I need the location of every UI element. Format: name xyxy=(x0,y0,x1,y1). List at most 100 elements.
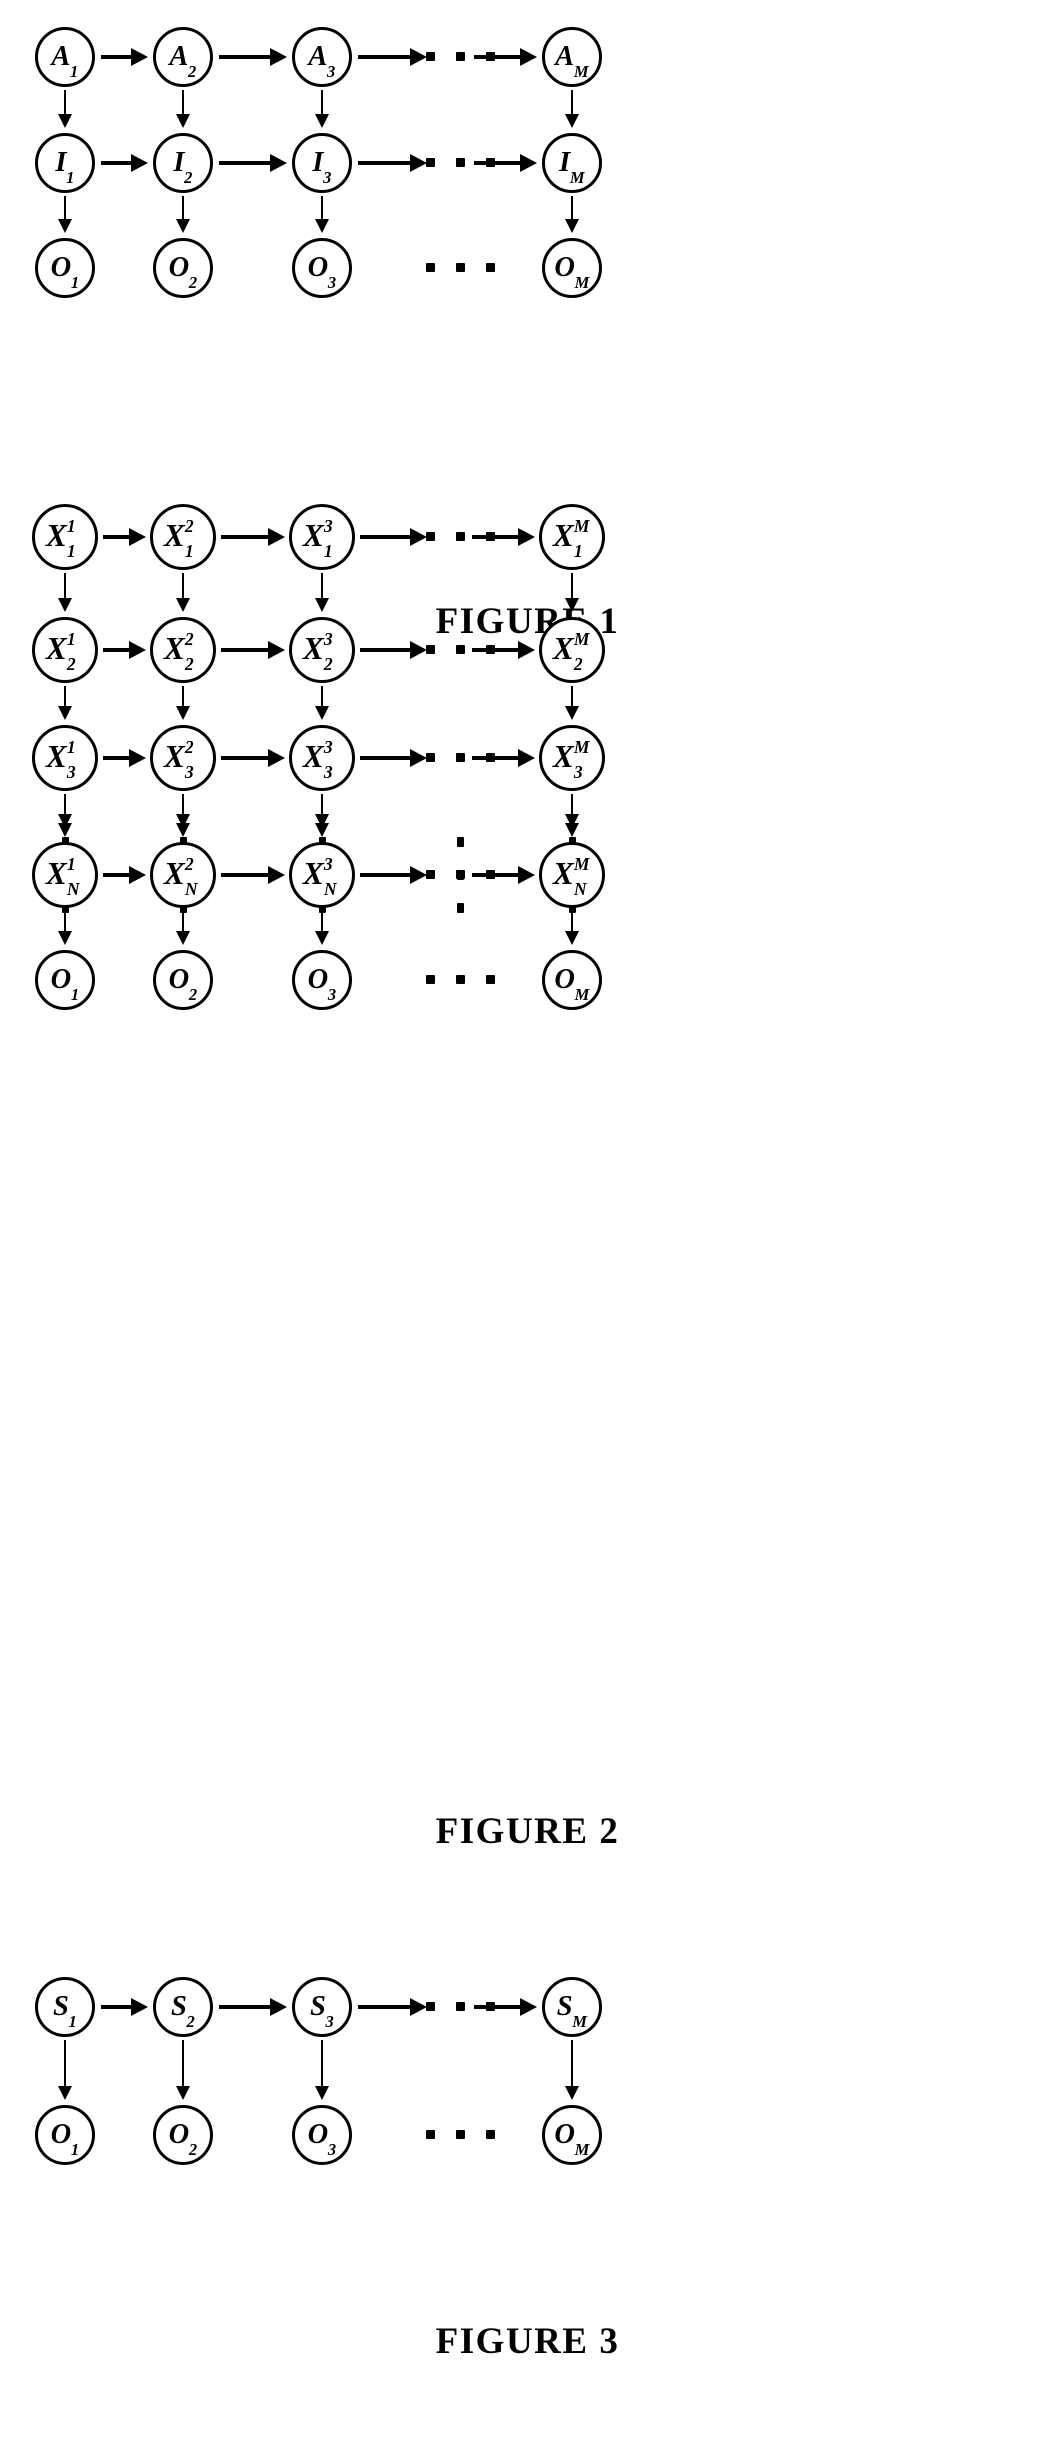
patent-drawing-sheet: A1 A2 A3 AM I1 I2 I3 IM O1 O2 O3 OM FIGURE 1 X11X21… xyxy=(0,0,1055,2451)
node-subscript: N xyxy=(323,879,337,900)
figure-2-edge-v-arrowhead xyxy=(565,931,579,945)
node-superscript: 2 xyxy=(184,853,194,874)
figure-3-edge-v-arrowhead xyxy=(315,2086,329,2100)
ellipsis-dot xyxy=(456,52,465,61)
node-subscript: 1 xyxy=(573,541,583,562)
node-subscript: M xyxy=(574,272,590,292)
figure-2-edge-h xyxy=(221,873,271,877)
figure-2-edge-v-arrowhead xyxy=(565,598,579,612)
node-o-3: O3 xyxy=(292,950,352,1010)
node-index: 21 xyxy=(185,517,202,560)
node-x-3-M: XM3 xyxy=(539,725,605,791)
node-index: 31 xyxy=(324,517,341,560)
node-label: X32 xyxy=(303,630,341,673)
node-symbol: O xyxy=(168,963,190,995)
node-subscript: N xyxy=(184,879,198,900)
figure-1-edge-h xyxy=(219,55,273,59)
node-symbol: I xyxy=(559,146,571,178)
node-label: X11 xyxy=(46,517,84,560)
figure-2-edge-h xyxy=(221,648,271,652)
node-a-2: A2 xyxy=(153,27,213,87)
node-superscript: M xyxy=(573,736,590,757)
figure-3: S1 S2 S3 SM O1 O2 O3 OM FIGURE 3 xyxy=(0,1950,1055,2450)
figure-2-center-vertical-ellipsis xyxy=(456,837,464,913)
figure-3-edge-h-stub-arrowhead xyxy=(410,1998,427,2016)
node-subscript: 3 xyxy=(327,272,337,292)
node-symbol: O xyxy=(50,963,72,995)
node-symbol: S xyxy=(170,1990,187,2022)
node-x-3-3: X33 xyxy=(289,725,355,791)
figure-2-edge-h-arrowhead xyxy=(268,528,285,546)
node-o-2: O2 xyxy=(153,2105,213,2165)
ellipsis-dot xyxy=(486,2002,495,2011)
node-superscript: M xyxy=(573,853,590,874)
node-i-1: I1 xyxy=(35,133,95,193)
node-symbol: X xyxy=(163,855,185,891)
figure-2-edge-h xyxy=(103,756,132,760)
node-symbol: X xyxy=(163,630,185,666)
node-label: S2 xyxy=(170,1990,195,2029)
node-subscript: 1 xyxy=(66,167,75,187)
figure-2-edge-v-arrowhead xyxy=(58,931,72,945)
figure-3-edge-h xyxy=(219,2005,273,2009)
node-label: O1 xyxy=(50,2118,80,2157)
ellipsis-dot xyxy=(486,870,495,879)
ellipsis-dot xyxy=(486,753,495,762)
node-x-N-M: XMN xyxy=(539,842,605,908)
figure-2-edge-h-stub-arrowhead xyxy=(518,749,535,767)
node-index: 32 xyxy=(324,630,341,673)
figure-2-edge-v-arrowhead xyxy=(58,598,72,612)
node-superscript: 2 xyxy=(184,628,194,649)
node-label: O2 xyxy=(168,963,198,1002)
node-symbol: O xyxy=(50,2118,72,2150)
figure-2-edge-v-arrowhead xyxy=(58,823,72,837)
node-i-M: IM xyxy=(542,133,602,193)
figure-2-edge-h-stub-arrowhead xyxy=(410,528,427,546)
node-symbol: X xyxy=(552,855,574,891)
figure-2-edge-h-stub-arrowhead xyxy=(518,866,535,884)
node-o-3: O3 xyxy=(292,238,352,298)
node-index: MN xyxy=(574,855,591,898)
figure-1-edge-h xyxy=(101,55,134,59)
figure-2-edge-v-arrowhead xyxy=(176,931,190,945)
node-x-N-3: X3N xyxy=(289,842,355,908)
node-o-1: O1 xyxy=(35,950,95,1010)
figure-2-edge-h xyxy=(221,535,271,539)
figure-3-state-row-ellipsis xyxy=(426,2002,495,2011)
figure-1-activity-row-ellipsis xyxy=(426,52,495,61)
node-label: X12 xyxy=(46,630,84,673)
node-s-3: S3 xyxy=(292,1977,352,2037)
figure-2-edge-h xyxy=(221,756,271,760)
node-x-1-M: XM1 xyxy=(539,504,605,570)
node-label: X33 xyxy=(303,738,341,781)
node-x-1-2: X21 xyxy=(150,504,216,570)
node-symbol: O xyxy=(307,963,329,995)
figure-1-edge-v-arrowhead xyxy=(176,219,190,233)
node-subscript: M xyxy=(569,167,585,187)
node-label: O3 xyxy=(307,963,337,1002)
node-subscript: 2 xyxy=(573,654,583,675)
node-superscript: 2 xyxy=(184,515,194,536)
node-superscript: 2 xyxy=(184,736,194,757)
figure-2-edge-v-arrowhead xyxy=(315,931,329,945)
node-subscript: N xyxy=(573,879,587,900)
node-x-1-1: X11 xyxy=(32,504,98,570)
figure-2-edge-h-arrowhead xyxy=(268,641,285,659)
figure-2-edge-h-stub-arrowhead xyxy=(518,641,535,659)
node-subscript: 2 xyxy=(66,654,76,675)
node-x-2-3: X32 xyxy=(289,617,355,683)
node-label: S1 xyxy=(53,1992,77,2029)
figure-1-intention-row-ellipsis xyxy=(426,158,495,167)
ellipsis-dot xyxy=(426,532,435,541)
ellipsis-dot xyxy=(456,903,464,913)
node-subscript: 2 xyxy=(184,654,194,675)
ellipsis-dot xyxy=(456,532,465,541)
node-o-M: OM xyxy=(542,238,602,298)
node-subscript: M xyxy=(572,2011,587,2031)
node-subscript: 3 xyxy=(323,762,333,783)
figure-2-edge-h-stub-arrowhead xyxy=(410,749,427,767)
node-superscript: 3 xyxy=(323,628,333,649)
node-subscript: 1 xyxy=(66,541,76,562)
node-symbol: O xyxy=(307,2118,329,2150)
figure-2-edge-h xyxy=(103,873,132,877)
